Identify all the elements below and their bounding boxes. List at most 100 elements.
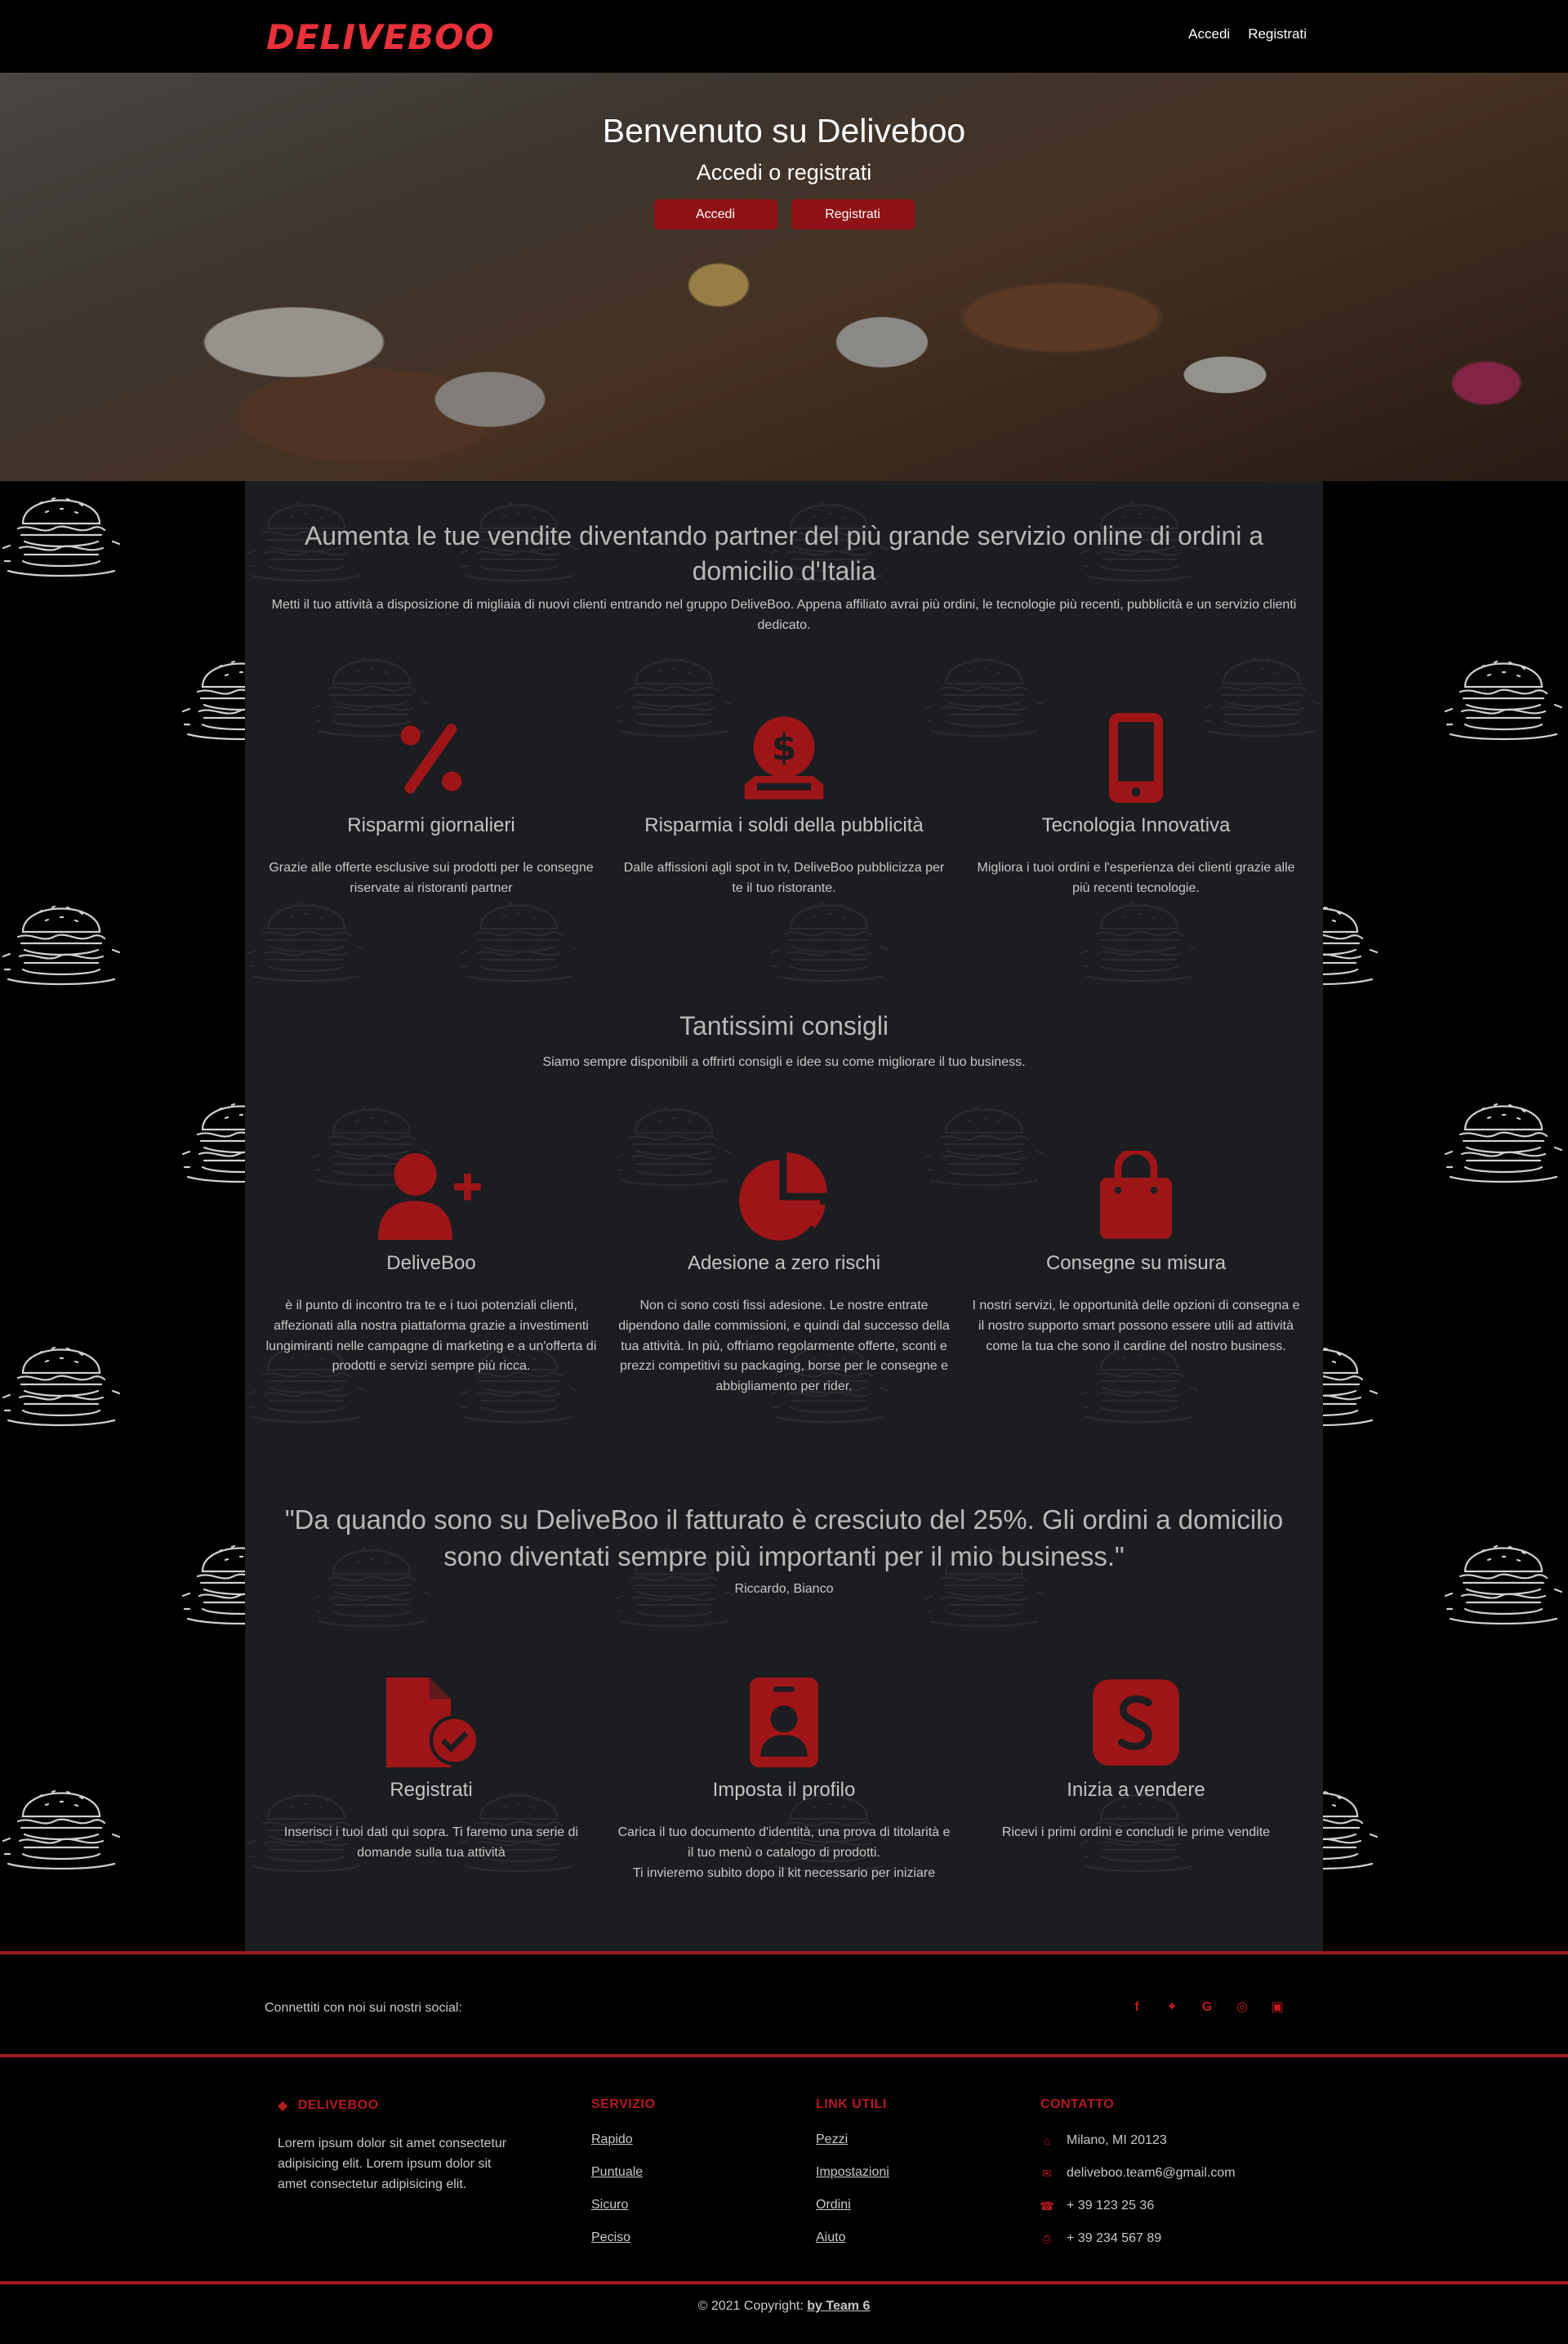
nav-login-link[interactable]: Accedi — [1188, 26, 1230, 42]
feature-title: Risparmi giornalieri — [347, 814, 515, 836]
burger-decoration-icon — [1442, 639, 1565, 746]
feature-savings: Risparmi giornalieri Grazie alle offerte… — [256, 713, 607, 899]
print-icon: ⎙ — [1042, 2231, 1052, 2245]
step-text-line: Ti invieremo subito dopo il kit necessar… — [632, 1865, 936, 1880]
footer-contact: CONTATTO ⌂ Milano, MI 20123 ✉ deliveboo.te… — [1040, 2097, 1236, 2263]
list-item: Aiuto — [816, 2230, 889, 2247]
instagram-icon[interactable]: ◎ — [1234, 1999, 1250, 2016]
tips-text: Siamo sempre disponibili a offrirti cons… — [542, 1055, 1026, 1069]
step-text: Ricevi i primi ordini e concludi le prim… — [1001, 1825, 1271, 1839]
footer-link[interactable]: Puntuale — [591, 2165, 643, 2179]
step-text-line: Carica il tuo documento d'identità, una … — [617, 1825, 951, 1860]
hero-login-button[interactable]: Accedi — [653, 199, 777, 229]
stripe-icon — [1091, 1678, 1181, 1767]
footer-link[interactable]: Rapido — [591, 2132, 633, 2146]
google-icon[interactable]: G — [1199, 1999, 1215, 2016]
footer-contact-title: CONTATTO — [1040, 2097, 1115, 2111]
hero-title: Benvenuto su Deliveboo — [602, 112, 966, 149]
mobile-icon — [1091, 713, 1181, 803]
copyright: © 2021 Copyright: by Team 6 — [0, 2299, 1568, 2314]
brand-logo-text: DELIVEBOO — [266, 16, 495, 57]
footer-contact-list: ⌂ Milano, MI 20123 ✉ deliveboo.team6@gmail… — [1040, 2132, 1236, 2247]
feature-text: Grazie alle offerte esclusive sui prodot… — [269, 861, 594, 895]
list-item: ⌂ Milano, MI 20123 — [1040, 2132, 1236, 2149]
hero-register-button[interactable]: Registrati — [791, 199, 915, 229]
gem-icon: ◆ — [278, 2099, 288, 2113]
hero-buttons: Accedi Registrati — [0, 199, 1568, 229]
feature-deliveboo: DeliveBoo è il punto di incontro tra te … — [256, 1151, 607, 1377]
home-icon: ⌂ — [1043, 2134, 1051, 2147]
footer-service-list: Rapido Puntuale Sicuro Peciso — [591, 2132, 655, 2247]
footer-about: ◆ DELIVEBOO Lorem ipsum dolor sit amet c… — [278, 2097, 523, 2195]
main-panel: Aumenta le tue vendite diventando partne… — [245, 481, 1323, 1951]
footer-about-heading: ◆ DELIVEBOO — [278, 2097, 523, 2114]
feature-zero-risk: Adesione a zero rischi Non ci sono costi… — [608, 1151, 960, 1397]
footer-links-title: LINK UTILI — [816, 2097, 887, 2111]
navbar: DELIVEBOO Accedi Registrati — [0, 0, 1568, 73]
list-item: Impostazioni — [816, 2165, 889, 2181]
testimonial-quote: "Da quando sono su DeliveBoo il fatturat… — [284, 1504, 1284, 1571]
list-item: Pezzi — [816, 2132, 889, 2149]
id-badge-icon — [739, 1678, 829, 1767]
social-text: Connettiti con noi sui nostri social: — [265, 2001, 462, 2015]
footer-about-title: DELIVEBOO — [297, 2098, 379, 2112]
phone-icon: ☎ — [1040, 2199, 1054, 2213]
hero-subtitle: Accedi o registrati — [696, 160, 872, 185]
footer-service: SERVIZIO Rapido Puntuale Sicuro Peciso — [591, 2097, 655, 2263]
burger-decoration-icon — [0, 885, 122, 991]
list-item: ☎ + 39 123 25 36 — [1040, 2198, 1236, 2214]
intro-title: Aumenta le tue vendite diventando partne… — [304, 521, 1264, 586]
feature-text: I nostri servizi, le opportunità delle o… — [972, 1299, 1300, 1353]
footer-link[interactable]: Peciso — [591, 2230, 630, 2244]
footer-links-list: Pezzi Impostazioni Ordini Aiuto — [816, 2132, 889, 2247]
list-item: Rapido — [591, 2132, 655, 2149]
list-item: ⎙ + 39 234 567 89 — [1040, 2230, 1236, 2247]
footer-link[interactable]: Ordini — [816, 2198, 851, 2212]
burger-decoration-icon — [0, 1769, 122, 1875]
contact-text: Milano, MI 20123 — [1067, 2133, 1167, 2147]
copyright-text: © 2021 Copyright: — [697, 2299, 804, 2313]
burger-decoration-icon — [0, 476, 122, 582]
feature-custom-delivery: Consegne su misura I nostri servizi, le … — [960, 1151, 1312, 1357]
feature-text: Migliora i tuoi ordini e l'esperienza de… — [977, 861, 1295, 895]
linkedin-icon[interactable]: ▣ — [1269, 1999, 1285, 2016]
feature-text: Non ci sono costi fissi adesione. Le nos… — [618, 1299, 950, 1394]
contact-text: + 39 234 567 89 — [1067, 2231, 1162, 2245]
twitter-icon[interactable]: ✦ — [1164, 1999, 1180, 2016]
feature-text: Dalle affissioni agli spot in tv, Delive… — [623, 861, 945, 895]
copyright-link[interactable]: by Team 6 — [807, 2299, 870, 2313]
list-item: Sicuro — [591, 2198, 655, 2214]
list-item: Puntuale — [591, 2165, 655, 2181]
social-icons: f ✦ G ◎ ▣ — [1129, 1999, 1285, 2016]
feature-advertising: $ Risparmia i soldi della pubblicità Dal… — [608, 713, 960, 899]
step-sell: Inizia a vendere Ricevi i primi ordini e… — [960, 1678, 1312, 1843]
list-item: ✉ deliveboo.team6@gmail.com — [1040, 2165, 1235, 2181]
footer-service-title: SERVIZIO — [591, 2097, 656, 2111]
testimonial-author: Riccardo, Bianco — [734, 1582, 834, 1596]
facebook-icon[interactable]: f — [1129, 1999, 1145, 2016]
feature-title: Adesione a zero rischi — [687, 1252, 881, 1274]
feature-text: è il punto di incontro tra te e i tuoi p… — [265, 1299, 597, 1374]
burger-decoration-icon — [0, 1326, 122, 1432]
file-check-icon — [386, 1678, 476, 1767]
footer-link[interactable]: Sicuro — [591, 2198, 628, 2212]
nav-register-link[interactable]: Registrati — [1248, 26, 1307, 42]
burger-decoration-icon — [1442, 1082, 1565, 1188]
intro-text: Metti il tuo attività a disposizione di … — [271, 598, 1297, 632]
social-bar: Connettiti con noi sui nostri social: f … — [0, 1951, 1568, 2057]
footer-link[interactable]: Pezzi — [816, 2132, 848, 2146]
hero-content: Benvenuto su Deliveboo Accedi o registra… — [0, 112, 1568, 229]
list-item: Peciso — [591, 2230, 655, 2247]
step-title: Inizia a vendere — [1067, 1779, 1205, 1801]
footer-link[interactable]: Impostazioni — [816, 2165, 889, 2179]
feature-title: Consegne su misura — [1045, 1252, 1227, 1274]
feature-title: Tecnologia Innovativa — [1041, 814, 1231, 836]
footer-link[interactable]: Aiuto — [816, 2230, 845, 2244]
step-text: Carica il tuo documento d'identità, una … — [608, 1823, 960, 1883]
pie-chart-icon — [739, 1151, 829, 1241]
step-profile: Imposta il profilo Carica il tuo documen… — [608, 1678, 960, 1883]
nav-links: Accedi Registrati — [1188, 26, 1307, 42]
feature-title: DeliveBoo — [386, 1252, 476, 1274]
envelope-icon: ✉ — [1042, 2166, 1052, 2180]
brand-logo[interactable]: DELIVEBOO — [266, 16, 495, 57]
